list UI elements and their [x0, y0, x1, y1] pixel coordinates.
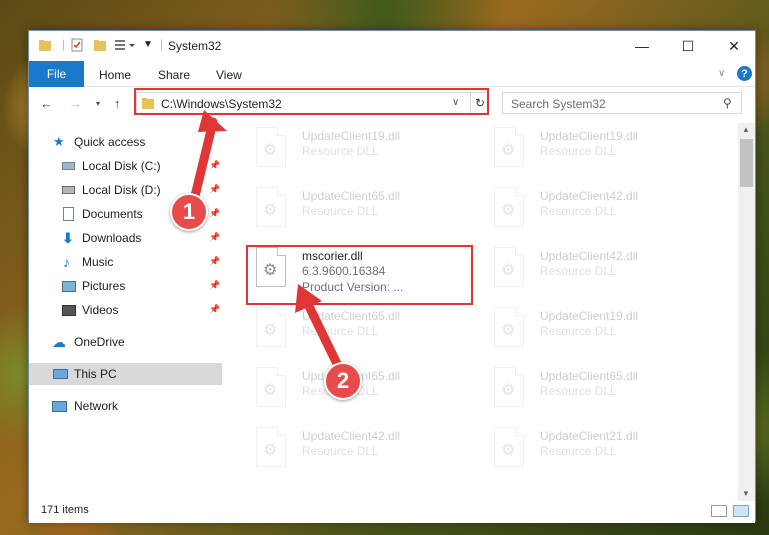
annotation-arrows: [190, 110, 345, 375]
step-marker-1: 1: [170, 193, 208, 231]
step-marker-2: 2: [324, 362, 362, 400]
